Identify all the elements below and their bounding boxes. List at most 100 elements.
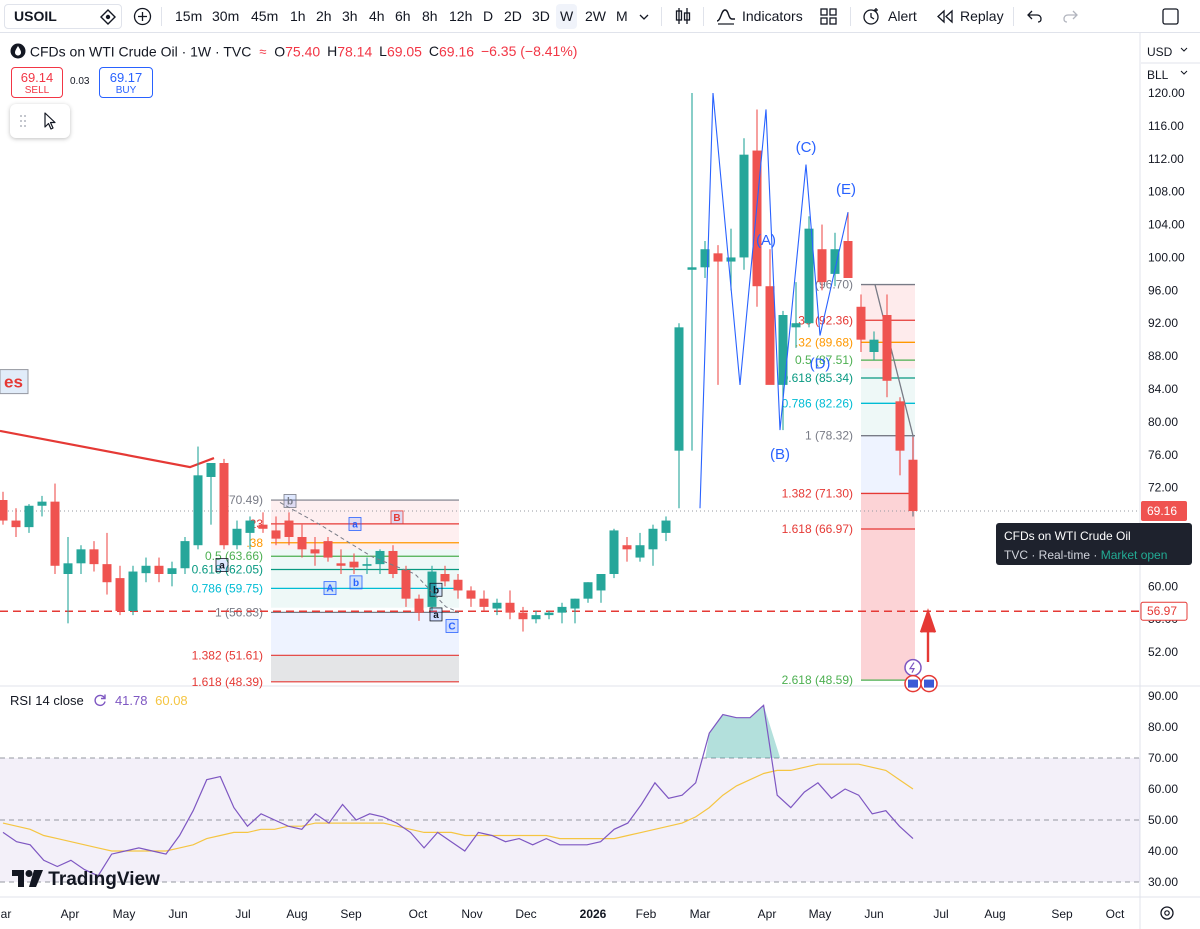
timeframe-12h[interactable]: 12h — [449, 0, 472, 33]
candle-up[interactable] — [661, 516, 671, 542]
timeframe-m[interactable]: M — [616, 0, 628, 33]
drag-handle-icon[interactable] — [19, 114, 27, 128]
candle-up[interactable] — [596, 574, 606, 603]
rsi-label[interactable]: RSI 14 close — [10, 693, 84, 708]
candle-down[interactable] — [466, 586, 476, 607]
candle-up[interactable] — [24, 504, 34, 533]
candle-down[interactable] — [505, 590, 515, 620]
chevron-down-icon[interactable] — [639, 12, 649, 22]
timeframe-30m[interactable]: 30m — [212, 0, 239, 33]
timeframe-2h[interactable]: 2h — [316, 0, 332, 33]
time-axis-label: Jun — [168, 907, 187, 921]
redo-icon[interactable] — [1062, 9, 1078, 24]
indicators-icon[interactable] — [716, 7, 736, 25]
alert-button[interactable]: Alert — [888, 0, 917, 33]
legend-title[interactable]: CFDs on WTI Crude Oil · 1W · TVC — [30, 43, 251, 59]
timeframe-8h[interactable]: 8h — [422, 0, 438, 33]
timeframe-15m[interactable]: 15m — [175, 0, 202, 33]
candle-down[interactable] — [817, 224, 827, 291]
tooltip-source: TVC — [1004, 548, 1028, 562]
candle-down[interactable] — [219, 458, 229, 550]
candle-up[interactable] — [609, 528, 619, 579]
candle-up[interactable] — [167, 561, 177, 587]
candle-body — [154, 565, 164, 574]
undo-icon[interactable] — [1027, 9, 1043, 24]
chart-canvas[interactable]: (70.49).23.380.5 (63.66)0.618 (62.05)0.7… — [0, 33, 1200, 929]
arrow-up-icon[interactable] — [919, 608, 937, 662]
timeframe-d[interactable]: D — [483, 0, 493, 33]
candle-up[interactable] — [583, 582, 593, 603]
candle-body — [375, 550, 385, 565]
fullscreen-icon[interactable] — [1161, 7, 1180, 26]
add-symbol-icon[interactable] — [133, 7, 152, 26]
timeframe-6h[interactable]: 6h — [395, 0, 411, 33]
candle-down[interactable] — [11, 508, 21, 537]
candle-up[interactable] — [531, 611, 541, 624]
price-tick-label: 116.00 — [1148, 119, 1184, 133]
sell-label: SELL — [24, 85, 50, 96]
candle-up[interactable] — [648, 524, 658, 566]
candle-down[interactable] — [843, 212, 853, 278]
price-tick-label: 120.00 — [1148, 86, 1185, 100]
candle-up[interactable] — [180, 537, 190, 574]
candle-body — [674, 327, 684, 451]
alert-clock-icon[interactable] — [862, 7, 881, 26]
candle-up[interactable] — [141, 557, 151, 583]
buy-button[interactable]: 69.17 BUY — [99, 67, 153, 98]
price-tick-label: 92.00 — [1148, 316, 1178, 330]
timeframe-w[interactable]: W — [556, 4, 578, 29]
cursor-arrow-icon[interactable] — [42, 112, 58, 130]
timeframe-2d[interactable]: 2D — [504, 0, 522, 33]
timeframe-2w[interactable]: 2W — [585, 0, 606, 33]
fib-left-zone-ext — [271, 655, 459, 682]
rsi-value: 41.78 — [114, 693, 148, 708]
settings-gear-icon[interactable] — [1160, 906, 1174, 920]
candle-down[interactable] — [115, 565, 125, 616]
timeframe-1h[interactable]: 1h — [290, 0, 306, 33]
candle-up[interactable] — [128, 565, 138, 616]
refresh-icon[interactable] — [93, 693, 107, 707]
candle-up[interactable] — [635, 532, 645, 562]
candle-down[interactable] — [102, 532, 112, 595]
candle-up[interactable] — [63, 537, 73, 624]
candle-up[interactable] — [544, 611, 554, 620]
timeframe-45m[interactable]: 45m — [251, 0, 278, 33]
candle-down[interactable] — [622, 537, 632, 562]
replay-icon[interactable] — [936, 9, 954, 24]
candle-down[interactable] — [479, 590, 489, 611]
candles-chart-type-icon[interactable] — [673, 6, 693, 26]
candle-up[interactable] — [76, 545, 86, 574]
current-price-label: 69.16 — [1147, 504, 1177, 518]
candle-down[interactable] — [154, 557, 164, 583]
indicators-button[interactable]: Indicators — [742, 0, 803, 33]
candle-down[interactable] — [0, 491, 8, 525]
timeframe-4h[interactable]: 4h — [369, 0, 385, 33]
candle-body — [180, 541, 190, 569]
replay-button[interactable]: Replay — [960, 0, 1004, 33]
lightning-event-icon[interactable] — [904, 658, 922, 677]
candle-down[interactable] — [89, 541, 99, 572]
layouts-grid-icon[interactable] — [820, 8, 837, 25]
time-axis-label: 2026 — [580, 907, 607, 921]
candle-up[interactable] — [206, 463, 216, 525]
sell-button[interactable]: 69.14 SELL — [11, 67, 63, 98]
compare-symbol-icon[interactable] — [100, 9, 116, 25]
candle-up[interactable] — [232, 520, 242, 550]
candle-down[interactable] — [713, 245, 723, 385]
symbol-search-box[interactable]: USOIL — [4, 4, 122, 29]
candle-up[interactable] — [687, 93, 697, 451]
candle-up[interactable] — [739, 138, 749, 270]
candle-down[interactable] — [50, 483, 60, 574]
candle-up[interactable] — [37, 495, 47, 517]
timeframe-3h[interactable]: 3h — [342, 0, 358, 33]
tooltip-title: CFDs on WTI Crude Oil — [1004, 529, 1131, 543]
floating-drawing-toolbar[interactable] — [10, 104, 70, 138]
candle-up[interactable] — [674, 323, 684, 509]
candle-body — [349, 561, 359, 568]
candle-up[interactable] — [492, 598, 502, 616]
elliott-wave-label: (E) — [836, 181, 856, 198]
candle-body — [505, 602, 515, 613]
wti-symbol-logo-icon — [10, 43, 26, 59]
timeframe-3d[interactable]: 3D — [532, 0, 550, 33]
candle-up[interactable] — [557, 602, 567, 624]
